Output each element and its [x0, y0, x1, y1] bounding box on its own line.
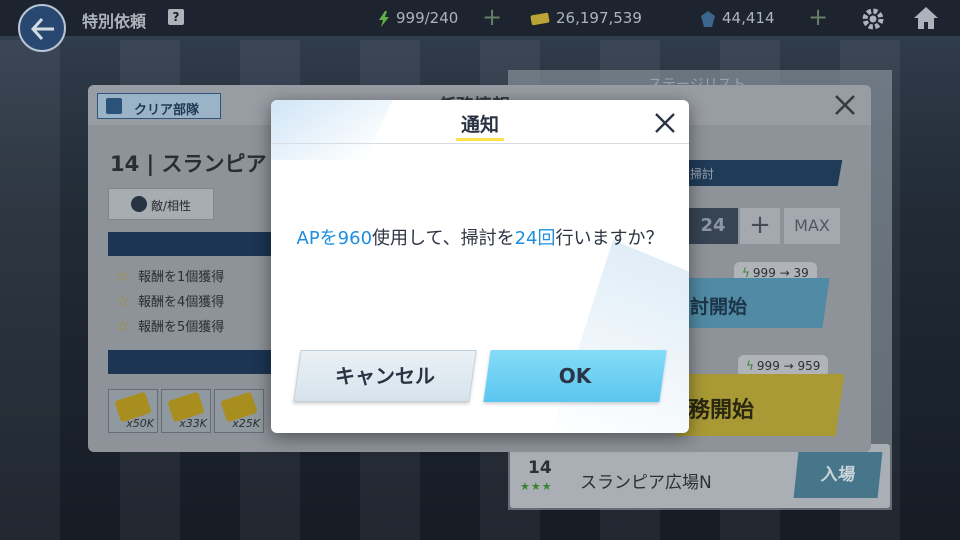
notification-dialog: 通知 APを960使用して、掃討を24回行いますか？ キャンセル OK	[271, 100, 689, 433]
ok-button[interactable]	[483, 350, 667, 402]
close-icon[interactable]	[654, 112, 676, 134]
message-text: 行いますか？	[555, 228, 664, 249]
dialog-decoration	[549, 240, 689, 433]
message-ap-amount: 960	[337, 228, 373, 249]
cancel-button[interactable]	[293, 350, 477, 402]
dialog-title: 通知	[460, 114, 499, 136]
message-sweep-count: 24回	[514, 228, 556, 249]
dialog-message: APを960使用して、掃討を24回行いますか？	[291, 226, 669, 252]
message-text: 使用して、掃討を	[372, 228, 515, 249]
dialog-title-underline	[456, 138, 504, 141]
message-highlight: APを	[296, 228, 338, 249]
